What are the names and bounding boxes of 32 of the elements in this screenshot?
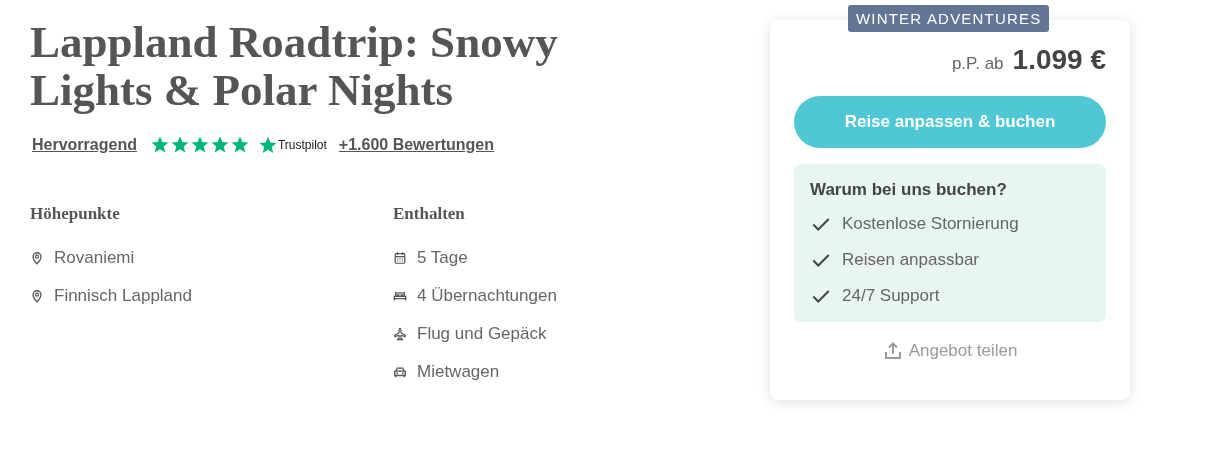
bed-icon: [393, 289, 407, 303]
location-pin-icon: [30, 289, 44, 303]
star-icon: [230, 136, 249, 154]
feature-text: Flug und Gepäck: [417, 324, 547, 344]
star-icon: [150, 136, 169, 154]
calendar-icon: [393, 251, 407, 265]
benefit-text: Reisen anpassbar: [842, 250, 980, 270]
plane-icon: [393, 327, 407, 341]
car-icon: [393, 365, 407, 379]
star-icon: [170, 136, 189, 154]
page-title: Lappland Roadtrip: Snowy Lights & Polar Nights: [30, 18, 559, 114]
feature-text: 4 Übernachtungen: [417, 286, 557, 306]
feature-text: Finnisch Lappland: [54, 286, 192, 306]
section-heading: Höhepunkte: [30, 204, 121, 224]
brand-name: Trustpilot: [277, 138, 327, 152]
share-icon: [882, 341, 903, 361]
price-prefix: p.P. ab: [951, 54, 1004, 74]
star-icon: [190, 136, 209, 154]
feature-text: 5 Tage: [417, 248, 468, 268]
star-icon: [210, 136, 229, 154]
benefit-text: Kostenlose Stornierung: [842, 214, 1019, 234]
feature-text: Rovaniemi: [54, 248, 135, 268]
benefits-title: Warum bei uns buchen?: [810, 180, 1008, 200]
benefit-text: 24/7 Support: [842, 286, 940, 306]
rating-link[interactable]: Hervorragend: [32, 136, 137, 154]
reviews-link[interactable]: +1.600 Bewertungen: [338, 136, 494, 154]
feature-text: Mietwagen: [417, 362, 500, 382]
location-pin-icon: [30, 251, 44, 265]
price: 1.099 €: [1012, 44, 1106, 76]
category-badge: WINTER ADVENTURES: [848, 5, 1050, 32]
section-heading: Enthalten: [393, 204, 466, 224]
star-icon: [258, 136, 277, 154]
